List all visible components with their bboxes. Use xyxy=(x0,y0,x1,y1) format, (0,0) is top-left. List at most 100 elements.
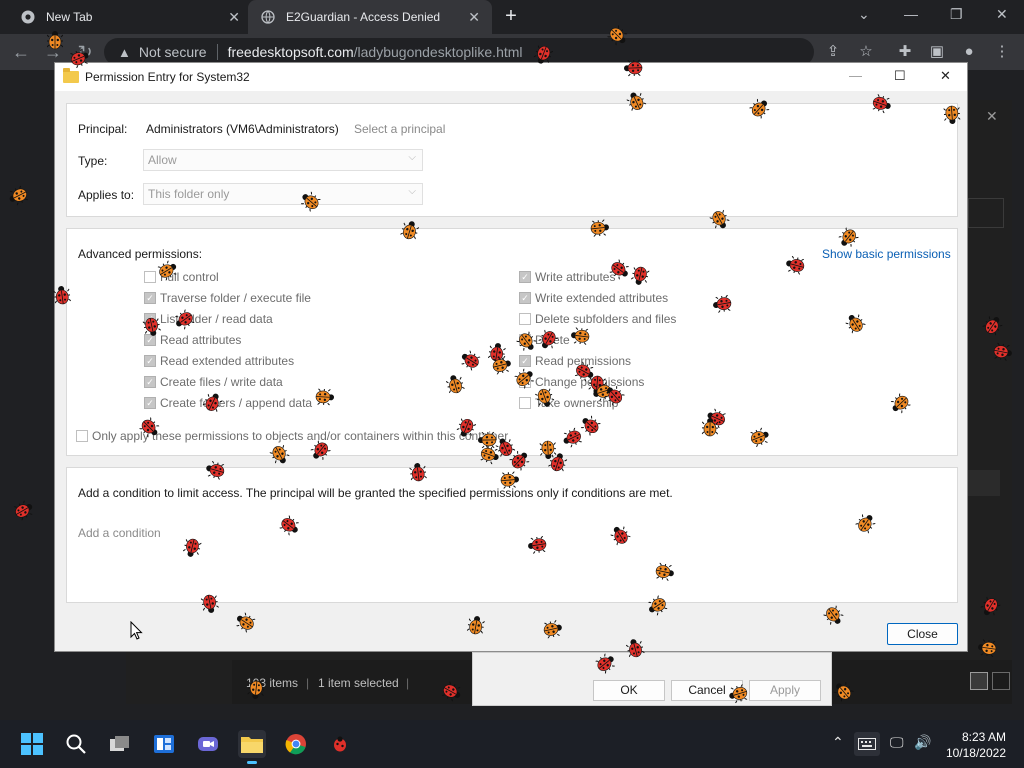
applies-to-value: This folder only xyxy=(148,187,230,201)
permissions-panel: Advanced permissions: Show basic permiss… xyxy=(66,228,958,456)
details-view-icon[interactable] xyxy=(970,672,988,690)
menu-kebab-icon[interactable]: ⋮ xyxy=(993,43,1011,61)
url-path: /ladybugondesktoplike.html xyxy=(353,44,523,60)
permission-entry-dialog: Permission Entry for System32 — ☐ ✕ Prin… xyxy=(54,62,968,652)
thumbnail-view-icon[interactable] xyxy=(992,672,1010,690)
checked-checkbox[interactable]: ✓ xyxy=(519,292,531,304)
close-tab-icon[interactable]: ✕ xyxy=(228,9,240,26)
tab-title: New Tab xyxy=(46,10,93,24)
warning-triangle-icon[interactable]: ▲ xyxy=(118,45,131,60)
tab-search-chevron-icon[interactable]: ⌄ xyxy=(858,6,870,23)
select-principal-link[interactable]: Select a principal xyxy=(354,122,445,136)
checked-checkbox[interactable]: ✓ xyxy=(144,334,156,346)
keyboard-icon[interactable] xyxy=(854,732,880,756)
clock-date: 10/18/2022 xyxy=(945,746,1006,760)
forward-arrow-icon[interactable]: → xyxy=(42,41,64,63)
unchecked-checkbox[interactable] xyxy=(519,313,531,325)
checked-checkbox[interactable]: ✓ xyxy=(519,271,531,283)
windows-taskbar: ⌃ 🖵 🔊 8:23 AM 10/18/2022 xyxy=(0,720,1024,768)
tab-title: E2Guardian - Access Denied xyxy=(286,10,441,24)
minimize-icon[interactable]: — xyxy=(904,6,918,22)
permission-label: Read attributes xyxy=(160,333,242,347)
permission-checkbox-row[interactable]: Full control xyxy=(144,270,219,284)
share-icon[interactable]: ⇪ xyxy=(824,43,842,61)
permission-checkbox-row[interactable]: ✓ Read extended attributes xyxy=(144,354,294,368)
restore-icon[interactable]: ❐ xyxy=(950,6,963,23)
permission-checkbox-row[interactable]: ✓ Read permissions xyxy=(519,354,631,368)
type-select[interactable]: Allow ⌵ xyxy=(143,149,423,171)
add-condition-link[interactable]: Add a condition xyxy=(78,526,161,540)
back-arrow-icon[interactable]: ← xyxy=(10,41,32,63)
file-explorer-icon[interactable] xyxy=(238,730,266,764)
type-label: Type: xyxy=(78,154,108,168)
permission-label: Create folders / append data xyxy=(160,396,313,410)
checked-checkbox[interactable]: ✓ xyxy=(144,355,156,367)
mouse-cursor-icon xyxy=(130,621,143,640)
applies-to-select[interactable]: This folder only ⌵ xyxy=(143,183,423,205)
apply-button[interactable]: Apply xyxy=(749,680,821,701)
checked-checkbox[interactable]: ✓ xyxy=(144,397,156,409)
bookmark-star-icon[interactable]: ☆ xyxy=(857,43,875,61)
close-tab-icon[interactable]: ✕ xyxy=(468,9,480,26)
tab-new-tab[interactable]: New Tab ✕ xyxy=(8,0,252,34)
search-box[interactable] xyxy=(968,198,1004,228)
security-status[interactable]: Not secure xyxy=(139,44,207,60)
checked-checkbox[interactable]: ✓ xyxy=(519,355,531,367)
permission-checkbox-row[interactable]: ✓ Create files / write data xyxy=(144,375,283,389)
ladybug-app-icon[interactable] xyxy=(326,730,354,758)
side-panel-icon[interactable]: ▣ xyxy=(928,43,946,61)
unchecked-checkbox[interactable] xyxy=(519,397,531,409)
unchecked-checkbox[interactable] xyxy=(144,271,156,283)
show-basic-permissions-link[interactable]: Show basic permissions xyxy=(822,247,951,261)
browser-tab-strip: New Tab ✕ E2Guardian - Access Denied ✕ +… xyxy=(0,0,1024,34)
checked-checkbox[interactable]: ✓ xyxy=(144,313,156,325)
task-view-icon[interactable] xyxy=(106,730,134,758)
network-icon[interactable]: 🖵 xyxy=(890,734,904,751)
permission-checkbox-row[interactable]: ✓ Traverse folder / execute file xyxy=(144,291,311,305)
condition-description: Add a condition to limit access. The pri… xyxy=(78,486,673,500)
permission-checkbox-row[interactable]: ✓ Write attributes xyxy=(519,270,615,284)
only-apply-checkbox[interactable] xyxy=(76,430,88,442)
advanced-permissions-label: Advanced permissions: xyxy=(78,247,203,261)
ladybug-icon xyxy=(13,500,33,521)
permission-checkbox-row[interactable]: ✓ Read attributes xyxy=(144,333,241,347)
extensions-puzzle-icon[interactable]: ✚ xyxy=(896,43,914,61)
only-apply-checkbox-row[interactable]: Only apply these permissions to objects … xyxy=(76,429,508,443)
permission-checkbox-row[interactable]: ✓ List folder / read data xyxy=(144,312,273,326)
reload-icon[interactable]: ↻ xyxy=(74,41,96,63)
chrome-icon[interactable] xyxy=(282,730,310,758)
minimize-icon[interactable]: — xyxy=(849,68,862,83)
permission-checkbox-row[interactable]: Delete xyxy=(519,333,570,347)
profile-avatar-icon[interactable]: ● xyxy=(960,43,978,61)
close-window-icon[interactable]: ✕ xyxy=(996,6,1008,23)
close-button[interactable]: Close xyxy=(887,623,958,645)
show-hidden-icons-chevron-icon[interactable]: ⌃ xyxy=(832,734,844,751)
cancel-button[interactable]: Cancel xyxy=(671,680,743,701)
permission-checkbox-row[interactable]: ✓ Write extended attributes xyxy=(519,291,668,305)
checked-checkbox[interactable]: ✓ xyxy=(144,376,156,388)
start-windows-icon[interactable] xyxy=(18,730,46,758)
tab-access-denied[interactable]: E2Guardian - Access Denied ✕ xyxy=(248,0,492,34)
teams-chat-icon[interactable] xyxy=(194,730,222,758)
permission-checkbox-row[interactable]: Delete subfolders and files xyxy=(519,312,676,326)
permission-checkbox-row[interactable]: Take ownership xyxy=(519,396,618,410)
chrome-icon xyxy=(20,9,36,25)
new-tab-plus-icon[interactable]: + xyxy=(500,5,522,27)
unchecked-checkbox[interactable] xyxy=(519,376,531,388)
list-item[interactable] xyxy=(968,470,1000,496)
system-clock[interactable]: 8:23 AM 10/18/2022 xyxy=(946,729,1006,761)
search-icon[interactable] xyxy=(62,730,90,758)
widgets-icon[interactable] xyxy=(150,730,178,758)
unchecked-checkbox[interactable] xyxy=(519,334,531,346)
ok-button[interactable]: OK xyxy=(593,680,665,701)
permission-checkbox-row[interactable]: ✓ Create folders / append data xyxy=(144,396,312,410)
dialog-title-bar[interactable]: Permission Entry for System32 — ☐ ✕ xyxy=(55,63,967,91)
maximize-icon[interactable]: ☐ xyxy=(894,68,906,84)
volume-icon[interactable]: 🔊 xyxy=(914,734,931,751)
url-host: freedesktopsoft.com xyxy=(227,44,354,60)
permission-checkbox-row[interactable]: Change permissions xyxy=(519,375,644,389)
close-icon[interactable]: ✕ xyxy=(940,68,951,84)
checked-checkbox[interactable]: ✓ xyxy=(144,292,156,304)
close-icon[interactable]: ✕ xyxy=(986,108,998,125)
permission-label: Delete xyxy=(535,333,570,347)
